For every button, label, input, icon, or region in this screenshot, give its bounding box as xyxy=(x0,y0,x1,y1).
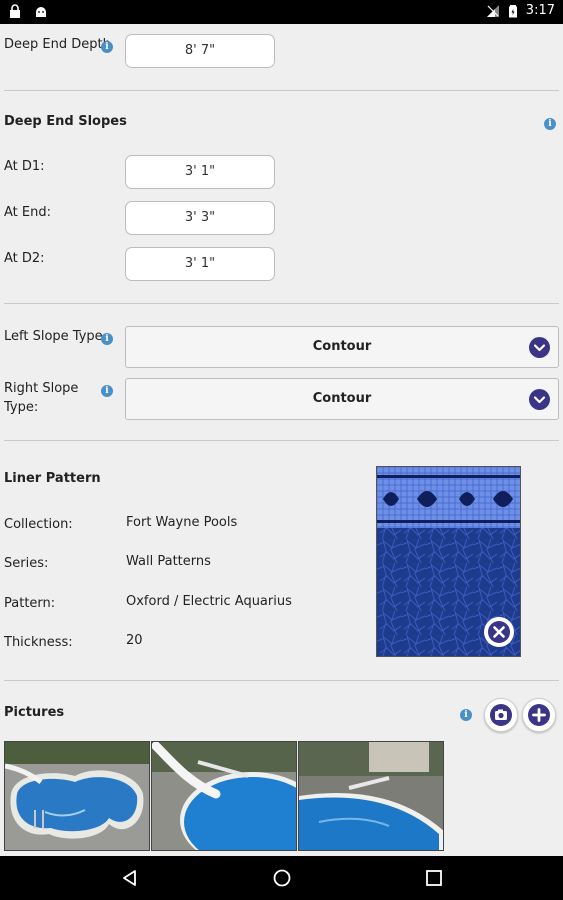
deep-end-slopes-title: Deep End Slopes xyxy=(4,114,127,129)
lock-icon xyxy=(10,4,20,18)
at-end-label: At End: xyxy=(4,205,51,220)
recents-icon[interactable] xyxy=(424,868,444,888)
divider xyxy=(4,303,559,304)
pattern-label: Pattern: xyxy=(4,596,56,611)
right-slope-type-value: Contour xyxy=(312,391,372,406)
camera-icon xyxy=(490,704,512,726)
status-time: 3:17 xyxy=(525,3,555,18)
status-bar: 3:17 xyxy=(0,0,563,24)
pictures-info-icon[interactable]: i xyxy=(460,709,472,721)
left-slope-type-select[interactable]: Contour xyxy=(125,326,559,368)
at-d2-label: At D2: xyxy=(4,251,45,266)
divider xyxy=(4,90,559,91)
android-icon xyxy=(36,7,46,17)
at-end-field[interactable]: 3' 3" xyxy=(125,201,275,235)
right-slope-type-label-line1: Right Slope xyxy=(4,381,79,396)
home-icon[interactable] xyxy=(272,868,292,888)
pictures-title: Pictures xyxy=(4,705,65,720)
camera-button[interactable] xyxy=(484,698,518,732)
deep-end-depth-info-icon[interactable]: i xyxy=(101,41,113,53)
collection-value: Fort Wayne Pools xyxy=(126,515,238,530)
battery-icon xyxy=(508,4,517,17)
collection-label: Collection: xyxy=(4,517,73,532)
left-slope-type-label: Left Slope Type xyxy=(4,329,103,344)
pool-photo-thumbnail[interactable] xyxy=(298,741,444,851)
pool-photo xyxy=(299,742,443,850)
deep-end-depth-label: Deep End Depth xyxy=(4,37,111,52)
pool-photo-thumbnail[interactable] xyxy=(151,741,297,851)
at-d2-field[interactable]: 3' 1" xyxy=(125,247,275,281)
right-slope-type-select[interactable]: Contour xyxy=(125,378,559,420)
back-icon[interactable] xyxy=(120,868,140,888)
at-d1-label: At D1: xyxy=(4,159,45,174)
plus-icon xyxy=(528,704,550,726)
chevron-down-icon xyxy=(529,337,550,358)
close-circle-icon xyxy=(488,621,510,643)
pattern-value: Oxford / Electric Aquarius xyxy=(126,594,292,609)
divider xyxy=(4,680,559,681)
thickness-label: Thickness: xyxy=(4,635,73,650)
form-content[interactable]: Deep End Depth i 8' 7" Deep End Slopes i… xyxy=(0,24,563,856)
pool-photo xyxy=(152,742,296,850)
left-slope-type-info-icon[interactable]: i xyxy=(101,333,113,345)
liner-pattern-title: Liner Pattern xyxy=(4,471,101,486)
thickness-value: 20 xyxy=(126,633,143,648)
navigation-bar xyxy=(0,856,563,900)
deep-end-slopes-info-icon[interactable]: i xyxy=(544,118,556,130)
liner-pattern-image[interactable] xyxy=(376,466,521,657)
pool-photo xyxy=(5,742,149,850)
series-label: Series: xyxy=(4,556,49,571)
no-signal-icon xyxy=(486,4,499,17)
deep-end-depth-field[interactable]: 8' 7" xyxy=(125,34,275,68)
add-picture-button[interactable] xyxy=(522,698,556,732)
right-slope-type-label-line2: Type: xyxy=(4,400,39,415)
remove-liner-button[interactable] xyxy=(484,617,514,647)
series-value: Wall Patterns xyxy=(126,554,211,569)
chevron-down-icon xyxy=(529,389,550,410)
right-slope-type-info-icon[interactable]: i xyxy=(101,385,113,397)
left-slope-type-value: Contour xyxy=(312,339,372,354)
at-d1-field[interactable]: 3' 1" xyxy=(125,155,275,189)
pool-photo-thumbnail[interactable] xyxy=(4,741,150,851)
divider xyxy=(4,440,559,441)
